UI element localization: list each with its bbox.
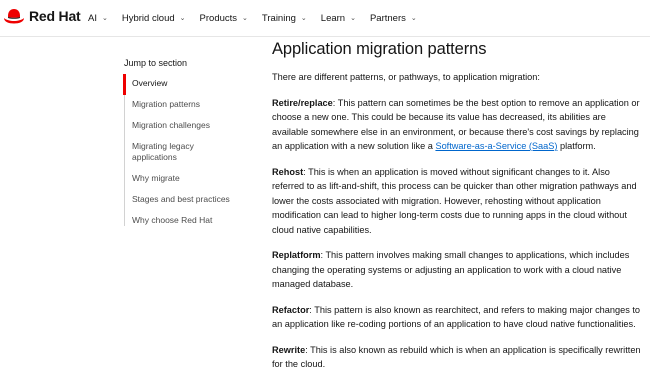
pattern-refactor: Refactor: This pattern is also known as … [272, 303, 642, 332]
nav-item-label: Hybrid cloud [121, 12, 175, 24]
pattern-text: : This is also known as rebuild which is… [272, 344, 641, 370]
pattern-term: Rewrite [272, 344, 306, 355]
saas-link[interactable]: Software-as-a-Service (SaaS) [435, 141, 557, 151]
chevron-down-icon: ⌄ [101, 15, 108, 22]
pattern-term: Retire/replace [272, 97, 333, 108]
nav-item-partners[interactable]: Partners ⌄ [370, 13, 417, 24]
top-navigation: Red Hat AI ⌄ Hybrid cloud ⌄ Products ⌄ Trai… [0, 0, 650, 37]
chevron-down-icon: ⌄ [242, 15, 248, 22]
red-hat-logo-icon [4, 9, 24, 24]
nav-item-label: Training [261, 12, 296, 24]
chevron-down-icon: ⌄ [410, 15, 417, 22]
sidebar-item-migrating-legacy-applications[interactable]: Migrating legacy applications [125, 141, 212, 163]
sidebar-item-stages-best-practices[interactable]: Stages and best practices [125, 194, 254, 205]
brand-name: Red Hat [29, 8, 81, 24]
chevron-down-icon: ⌄ [350, 15, 356, 22]
main-content: Application migration patterns There are… [272, 40, 642, 383]
pattern-text: : This pattern is also known as rearchit… [272, 304, 641, 330]
chevron-down-icon: ⌄ [179, 15, 186, 22]
sidebar-title: Jump to section [124, 58, 188, 68]
sidebar-item-migration-patterns[interactable]: Migration patterns [125, 99, 254, 110]
pattern-term: Rehost [272, 166, 304, 177]
nav-item-products[interactable]: Products ⌄ [200, 13, 248, 24]
sidebar-item-migration-challenges[interactable]: Migration challenges [125, 120, 254, 131]
nav-item-label: AI [88, 12, 97, 24]
nav-item-label: Partners [369, 12, 406, 24]
pattern-term: Refactor [272, 304, 310, 315]
nav-item-hybrid-cloud[interactable]: Hybrid cloud ⌄ [122, 13, 186, 24]
jump-to-section-sidebar: Jump to section Overview Migration patte… [123, 58, 254, 226]
nav-item-ai[interactable]: AI ⌄ [88, 13, 108, 24]
pattern-replatform: Replatform: This pattern involves making… [272, 248, 642, 292]
red-hat-logo[interactable]: Red Hat [3, 7, 81, 25]
pattern-term: Replatform [272, 250, 321, 260]
pattern-rewrite: Rewrite: This is also known as rebuild w… [272, 343, 642, 372]
page-title: Application migration patterns [272, 40, 487, 58]
pattern-text: : This pattern involves making small cha… [272, 250, 630, 289]
nav-item-label: Products [199, 12, 238, 24]
main-menu: AI ⌄ Hybrid cloud ⌄ Products ⌄ Training ⌄ Le… [88, 0, 431, 36]
pattern-retire-replace: Retire/replace: This pattern can sometim… [272, 96, 642, 154]
nav-item-training[interactable]: Training ⌄ [262, 13, 307, 24]
pattern-rehost: Rehost: This is when an application is m… [272, 165, 642, 238]
chevron-down-icon: ⌄ [300, 15, 307, 22]
sidebar-item-overview[interactable]: Overview [123, 74, 254, 95]
section-list: Overview Migration patterns Migration ch… [123, 74, 254, 226]
intro-paragraph: There are different patterns, or pathway… [272, 72, 540, 82]
sidebar-item-why-migrate[interactable]: Why migrate [125, 173, 254, 184]
nav-item-label: Learn [320, 12, 346, 24]
pattern-text: : This is when an application is moved w… [272, 166, 637, 235]
nav-item-learn[interactable]: Learn ⌄ [321, 13, 356, 24]
sidebar-item-why-choose-red-hat[interactable]: Why choose Red Hat [125, 215, 254, 226]
pattern-text-end: platform. [557, 141, 596, 151]
